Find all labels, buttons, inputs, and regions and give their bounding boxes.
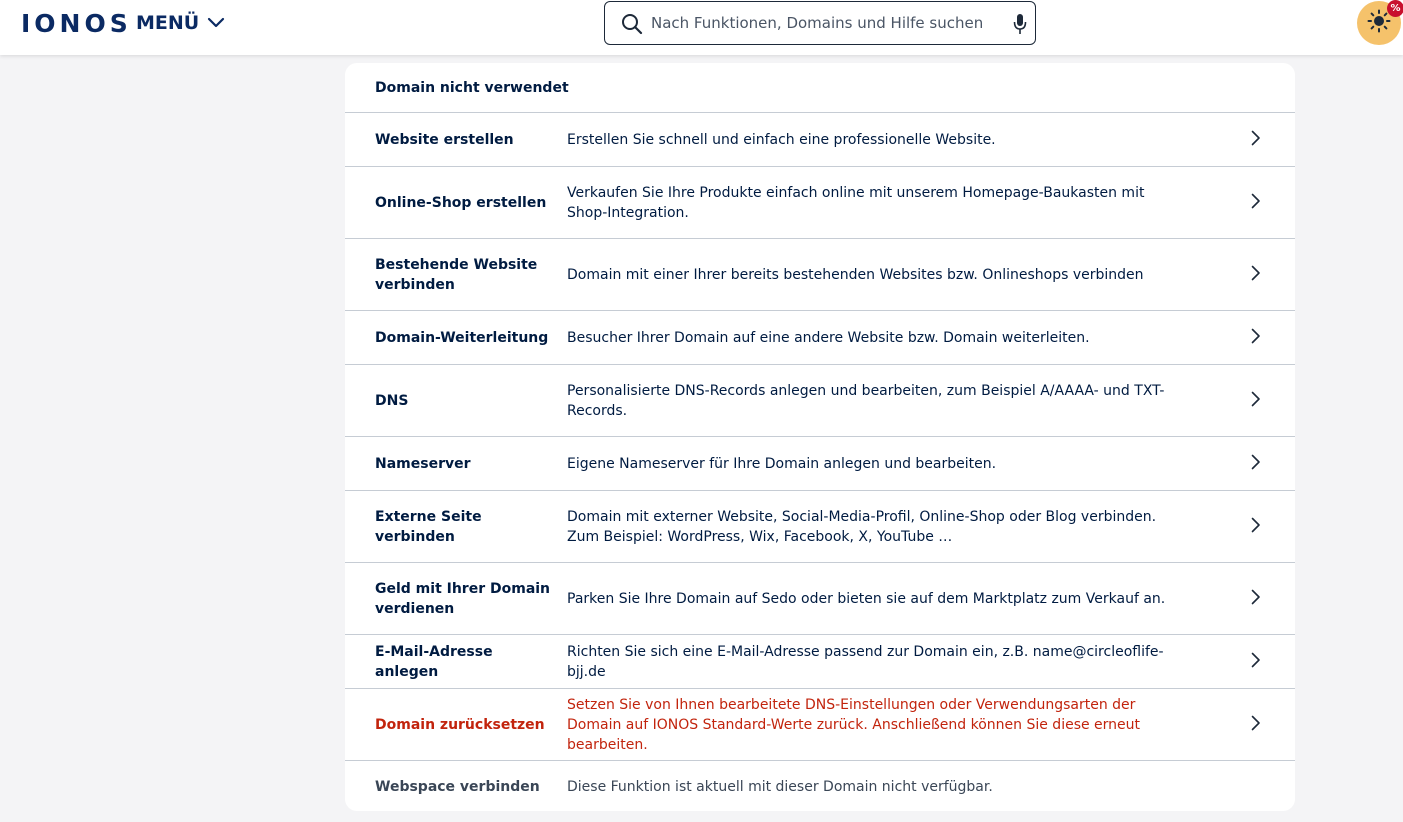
chevron-down-icon bbox=[207, 17, 225, 29]
chevron-right-icon bbox=[1251, 265, 1261, 285]
sun-icon bbox=[1367, 9, 1391, 37]
row-label: DNS bbox=[375, 392, 409, 409]
row-description: Diese Funktion ist aktuell mit dieser Do… bbox=[567, 779, 993, 795]
row-email-adresse-anlegen[interactable]: E-Mail-Adresse anlegen Richten Sie sich … bbox=[345, 635, 1295, 689]
row-label: Website erstellen bbox=[375, 131, 514, 148]
row-description: Eigene Nameserver für Ihre Domain anlege… bbox=[567, 455, 997, 472]
row-label: Domain zurücksetzen bbox=[375, 716, 545, 733]
domain-usage-card: Domain nicht verwendet Website erstellen… bbox=[345, 63, 1295, 811]
row-description: Erstellen Sie schnell und einfach eine p… bbox=[567, 131, 996, 148]
chevron-right-icon bbox=[1251, 130, 1261, 150]
row-description: Domain mit einer Ihrer bereits bestehend… bbox=[567, 266, 1144, 283]
row-label: Geld mit Ihrer Domain verdienen bbox=[375, 580, 551, 617]
chevron-right-icon bbox=[1251, 193, 1261, 213]
card-title: Domain nicht verwendet bbox=[345, 63, 1295, 113]
chevron-right-icon bbox=[1251, 517, 1261, 537]
row-label: Bestehende Website verbinden bbox=[375, 256, 538, 293]
row-description: Besucher Ihrer Domain auf eine andere We… bbox=[567, 329, 1090, 346]
chevron-right-icon bbox=[1251, 454, 1261, 474]
row-label: E-Mail-Adresse anlegen bbox=[375, 643, 493, 680]
chevron-right-icon bbox=[1251, 391, 1261, 411]
menu-button[interactable]: MENÜ bbox=[136, 12, 225, 34]
row-description: Verkaufen Sie Ihre Produkte einfach onli… bbox=[567, 184, 1145, 221]
row-bestehende-website-verbinden[interactable]: Bestehende Website verbinden Domain mit … bbox=[345, 239, 1295, 311]
row-domain-zuruecksetzen[interactable]: Domain zurücksetzen Setzen Sie von Ihnen… bbox=[345, 689, 1295, 761]
top-header: IONOS MENÜ % bbox=[0, 0, 1403, 55]
row-domain-weiterleitung[interactable]: Domain-Weiterleitung Besucher Ihrer Doma… bbox=[345, 311, 1295, 365]
row-webspace-verbinden: Webspace verbinden Diese Funktion ist ak… bbox=[345, 761, 1295, 811]
row-dns[interactable]: DNS Personalisierte DNS-Records anlegen … bbox=[345, 365, 1295, 437]
search-box[interactable] bbox=[604, 1, 1036, 45]
row-online-shop-erstellen[interactable]: Online-Shop erstellen Verkaufen Sie Ihre… bbox=[345, 167, 1295, 239]
chevron-right-icon bbox=[1251, 328, 1261, 348]
ionos-logo[interactable]: IONOS bbox=[21, 9, 132, 38]
row-label: Online-Shop erstellen bbox=[375, 194, 547, 211]
menu-label: MENÜ bbox=[136, 12, 200, 34]
row-label: Webspace verbinden bbox=[375, 779, 540, 795]
row-label: Nameserver bbox=[375, 455, 471, 472]
row-description: Parken Sie Ihre Domain auf Sedo oder bie… bbox=[567, 590, 1166, 607]
row-label: Domain-Weiterleitung bbox=[375, 329, 549, 346]
chevron-right-icon bbox=[1251, 715, 1261, 735]
row-nameserver[interactable]: Nameserver Eigene Nameserver für Ihre Do… bbox=[345, 437, 1295, 491]
row-description: Domain mit externer Website, Social-Medi… bbox=[567, 508, 1157, 545]
chevron-right-icon bbox=[1251, 589, 1261, 609]
search-icon bbox=[621, 13, 643, 39]
row-description: Setzen Sie von Ihnen bearbeitete DNS-Ein… bbox=[567, 696, 1141, 753]
promo-badge: % bbox=[1387, 0, 1403, 17]
row-description: Richten Sie sich eine E-Mail-Adresse pas… bbox=[567, 643, 1164, 680]
row-description: Personalisierte DNS-Records anlegen und … bbox=[567, 382, 1165, 419]
row-label: Externe Seite verbinden bbox=[375, 508, 482, 545]
search-input[interactable] bbox=[651, 2, 1001, 44]
row-website-erstellen[interactable]: Website erstellen Erstellen Sie schnell … bbox=[345, 113, 1295, 167]
microphone-icon[interactable] bbox=[1013, 13, 1027, 39]
row-geld-mit-domain-verdienen[interactable]: Geld mit Ihrer Domain verdienen Parken S… bbox=[345, 563, 1295, 635]
chevron-right-icon bbox=[1251, 652, 1261, 672]
row-externe-seite-verbinden[interactable]: Externe Seite verbinden Domain mit exter… bbox=[345, 491, 1295, 563]
